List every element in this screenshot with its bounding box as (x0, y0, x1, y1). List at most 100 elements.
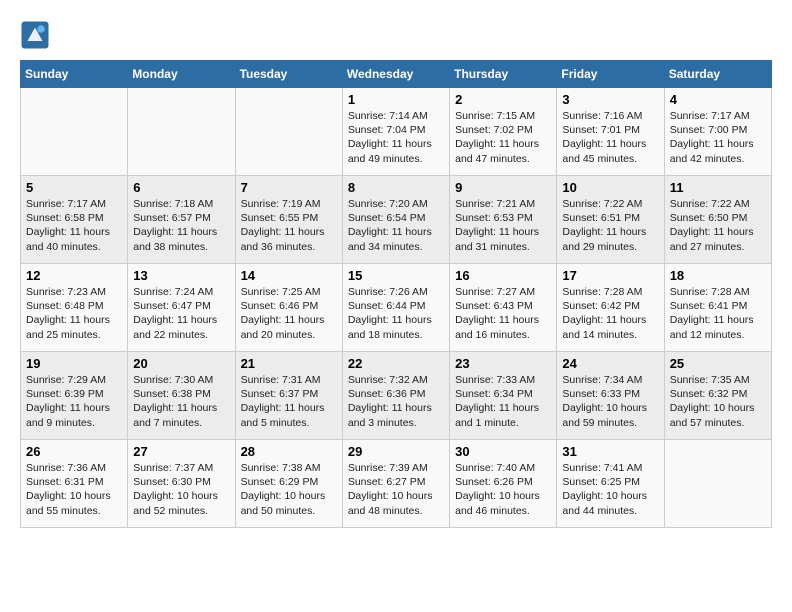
header-cell-monday: Monday (128, 61, 235, 88)
day-info: Sunrise: 7:40 AM Sunset: 6:26 PM Dayligh… (455, 461, 551, 518)
header-cell-sunday: Sunday (21, 61, 128, 88)
day-info: Sunrise: 7:31 AM Sunset: 6:37 PM Dayligh… (241, 373, 337, 430)
day-number: 11 (670, 180, 766, 195)
week-row-2: 5Sunrise: 7:17 AM Sunset: 6:58 PM Daylig… (21, 176, 772, 264)
day-number: 23 (455, 356, 551, 371)
day-info: Sunrise: 7:29 AM Sunset: 6:39 PM Dayligh… (26, 373, 122, 430)
day-number: 7 (241, 180, 337, 195)
day-number: 17 (562, 268, 658, 283)
day-number: 27 (133, 444, 229, 459)
calendar-header: SundayMondayTuesdayWednesdayThursdayFrid… (21, 61, 772, 88)
day-info: Sunrise: 7:39 AM Sunset: 6:27 PM Dayligh… (348, 461, 444, 518)
day-number: 14 (241, 268, 337, 283)
day-cell: 31 Sunrise: 7:41 AM Sunset: 6:25 PM Dayli… (557, 440, 664, 528)
day-cell: 13 Sunrise: 7:24 AM Sunset: 6:47 PM Dayli… (128, 264, 235, 352)
day-info: Sunrise: 7:28 AM Sunset: 6:41 PM Dayligh… (670, 285, 766, 342)
day-info: Sunrise: 7:19 AM Sunset: 6:55 PM Dayligh… (241, 197, 337, 254)
day-info: Sunrise: 7:35 AM Sunset: 6:32 PM Dayligh… (670, 373, 766, 430)
day-cell: 20 Sunrise: 7:30 AM Sunset: 6:38 PM Dayli… (128, 352, 235, 440)
day-cell: 26Sunrise: 7:36 AM Sunset: 6:31 PM Dayli… (21, 440, 128, 528)
day-info: Sunrise: 7:28 AM Sunset: 6:42 PM Dayligh… (562, 285, 658, 342)
day-info: Sunrise: 7:22 AM Sunset: 6:51 PM Dayligh… (562, 197, 658, 254)
header-cell-tuesday: Tuesday (235, 61, 342, 88)
day-number: 21 (241, 356, 337, 371)
day-cell (235, 88, 342, 176)
day-cell: 15Sunrise: 7:26 AM Sunset: 6:44 PM Dayli… (342, 264, 449, 352)
day-number: 5 (26, 180, 122, 195)
day-cell: 12 Sunrise: 7:23 AM Sunset: 6:48 PM Dayli… (21, 264, 128, 352)
day-cell: 5Sunrise: 7:17 AM Sunset: 6:58 PM Daylig… (21, 176, 128, 264)
day-number: 12 (26, 268, 122, 283)
day-cell: 17 Sunrise: 7:28 AM Sunset: 6:42 PM Dayli… (557, 264, 664, 352)
day-cell: 29 Sunrise: 7:39 AM Sunset: 6:27 PM Dayli… (342, 440, 449, 528)
day-number: 8 (348, 180, 444, 195)
day-cell: 21 Sunrise: 7:31 AM Sunset: 6:37 PM Dayli… (235, 352, 342, 440)
day-info: Sunrise: 7:15 AM Sunset: 7:02 PM Dayligh… (455, 109, 551, 166)
day-cell: 7 Sunrise: 7:19 AM Sunset: 6:55 PM Daylig… (235, 176, 342, 264)
day-number: 28 (241, 444, 337, 459)
day-info: Sunrise: 7:17 AM Sunset: 7:00 PM Dayligh… (670, 109, 766, 166)
day-number: 18 (670, 268, 766, 283)
day-number: 26 (26, 444, 122, 459)
day-info: Sunrise: 7:18 AM Sunset: 6:57 PM Dayligh… (133, 197, 229, 254)
day-info: Sunrise: 7:37 AM Sunset: 6:30 PM Dayligh… (133, 461, 229, 518)
day-cell: 6 Sunrise: 7:18 AM Sunset: 6:57 PM Daylig… (128, 176, 235, 264)
day-info: Sunrise: 7:14 AM Sunset: 7:04 PM Dayligh… (348, 109, 444, 166)
header-cell-thursday: Thursday (450, 61, 557, 88)
day-info: Sunrise: 7:24 AM Sunset: 6:47 PM Dayligh… (133, 285, 229, 342)
calendar-table: SundayMondayTuesdayWednesdayThursdayFrid… (20, 60, 772, 528)
day-info: Sunrise: 7:30 AM Sunset: 6:38 PM Dayligh… (133, 373, 229, 430)
day-cell (128, 88, 235, 176)
day-info: Sunrise: 7:23 AM Sunset: 6:48 PM Dayligh… (26, 285, 122, 342)
day-number: 9 (455, 180, 551, 195)
week-row-5: 26Sunrise: 7:36 AM Sunset: 6:31 PM Dayli… (21, 440, 772, 528)
day-info: Sunrise: 7:20 AM Sunset: 6:54 PM Dayligh… (348, 197, 444, 254)
day-cell: 19 Sunrise: 7:29 AM Sunset: 6:39 PM Dayli… (21, 352, 128, 440)
day-number: 4 (670, 92, 766, 107)
day-cell: 8 Sunrise: 7:20 AM Sunset: 6:54 PM Daylig… (342, 176, 449, 264)
day-cell: 9Sunrise: 7:21 AM Sunset: 6:53 PM Daylig… (450, 176, 557, 264)
day-number: 29 (348, 444, 444, 459)
day-cell (664, 440, 771, 528)
day-cell: 4 Sunrise: 7:17 AM Sunset: 7:00 PM Daylig… (664, 88, 771, 176)
week-row-4: 19 Sunrise: 7:29 AM Sunset: 6:39 PM Dayli… (21, 352, 772, 440)
day-cell: 1Sunrise: 7:14 AM Sunset: 7:04 PM Daylig… (342, 88, 449, 176)
day-number: 3 (562, 92, 658, 107)
day-cell (21, 88, 128, 176)
day-info: Sunrise: 7:38 AM Sunset: 6:29 PM Dayligh… (241, 461, 337, 518)
page-header (20, 20, 772, 50)
day-cell: 11Sunrise: 7:22 AM Sunset: 6:50 PM Dayli… (664, 176, 771, 264)
day-number: 13 (133, 268, 229, 283)
day-cell: 30Sunrise: 7:40 AM Sunset: 6:26 PM Dayli… (450, 440, 557, 528)
day-number: 31 (562, 444, 658, 459)
day-cell: 27 Sunrise: 7:37 AM Sunset: 6:30 PM Dayli… (128, 440, 235, 528)
day-cell: 28 Sunrise: 7:38 AM Sunset: 6:29 PM Dayli… (235, 440, 342, 528)
day-number: 2 (455, 92, 551, 107)
day-cell: 16Sunrise: 7:27 AM Sunset: 6:43 PM Dayli… (450, 264, 557, 352)
day-cell: 23Sunrise: 7:33 AM Sunset: 6:34 PM Dayli… (450, 352, 557, 440)
day-info: Sunrise: 7:26 AM Sunset: 6:44 PM Dayligh… (348, 285, 444, 342)
header-cell-wednesday: Wednesday (342, 61, 449, 88)
week-row-3: 12 Sunrise: 7:23 AM Sunset: 6:48 PM Dayli… (21, 264, 772, 352)
header-cell-friday: Friday (557, 61, 664, 88)
day-number: 6 (133, 180, 229, 195)
day-cell: 25 Sunrise: 7:35 AM Sunset: 6:32 PM Dayli… (664, 352, 771, 440)
day-info: Sunrise: 7:41 AM Sunset: 6:25 PM Dayligh… (562, 461, 658, 518)
day-number: 22 (348, 356, 444, 371)
day-number: 19 (26, 356, 122, 371)
week-row-1: 1Sunrise: 7:14 AM Sunset: 7:04 PM Daylig… (21, 88, 772, 176)
day-info: Sunrise: 7:34 AM Sunset: 6:33 PM Dayligh… (562, 373, 658, 430)
day-number: 24 (562, 356, 658, 371)
day-info: Sunrise: 7:27 AM Sunset: 6:43 PM Dayligh… (455, 285, 551, 342)
day-number: 25 (670, 356, 766, 371)
calendar-body: 1Sunrise: 7:14 AM Sunset: 7:04 PM Daylig… (21, 88, 772, 528)
logo-icon (20, 20, 50, 50)
day-cell: 22Sunrise: 7:32 AM Sunset: 6:36 PM Dayli… (342, 352, 449, 440)
day-cell: 24 Sunrise: 7:34 AM Sunset: 6:33 PM Dayli… (557, 352, 664, 440)
header-row: SundayMondayTuesdayWednesdayThursdayFrid… (21, 61, 772, 88)
day-number: 20 (133, 356, 229, 371)
day-cell: 3Sunrise: 7:16 AM Sunset: 7:01 PM Daylig… (557, 88, 664, 176)
day-cell: 18 Sunrise: 7:28 AM Sunset: 6:41 PM Dayli… (664, 264, 771, 352)
day-cell: 10Sunrise: 7:22 AM Sunset: 6:51 PM Dayli… (557, 176, 664, 264)
header-cell-saturday: Saturday (664, 61, 771, 88)
